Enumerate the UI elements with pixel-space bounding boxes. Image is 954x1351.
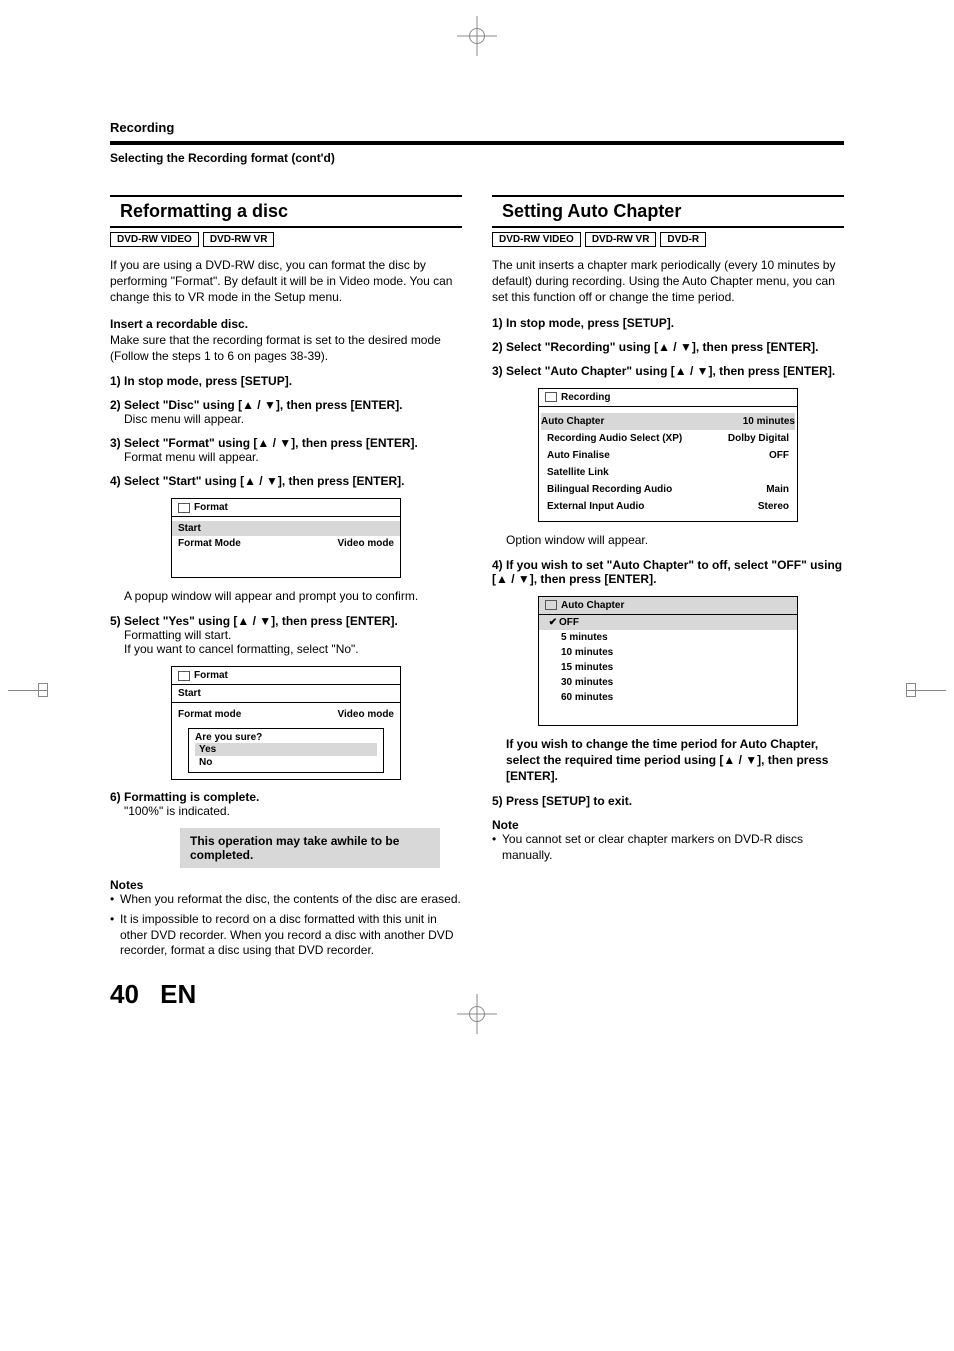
right-note-1: You cannot set or clear chapter markers … xyxy=(492,832,844,863)
time-period-desc: If you wish to change the time period fo… xyxy=(506,736,844,785)
left-badges: DVD-RW VIDEO DVD-RW VR xyxy=(110,232,462,247)
section-label: Recording xyxy=(110,120,844,135)
left-note-1: When you reformat the disc, the contents… xyxy=(110,892,462,908)
confirm-question: Are you sure? xyxy=(195,732,377,743)
left-step-3: 3) Select "Format" using [▲ / ▼], then p… xyxy=(110,436,462,464)
badge-dvd-rw-vr: DVD-RW VR xyxy=(203,232,275,247)
two-column-layout: Reformatting a disc DVD-RW VIDEO DVD-RW … xyxy=(110,195,844,963)
auto-chapter-title: Setting Auto Chapter xyxy=(492,195,844,228)
right-step-3: 3) Select "Auto Chapter" using [▲ / ▼], … xyxy=(492,364,844,378)
badge-dvd-rw-video: DVD-RW VIDEO xyxy=(110,232,199,247)
ac-option-3: 15 minutes xyxy=(561,662,613,673)
page-number: 40 xyxy=(110,979,139,1009)
left-step-2: 2) Select "Disc" using [▲ / ▼], then pre… xyxy=(110,398,462,426)
reformat-intro: If you are using a DVD-RW disc, you can … xyxy=(110,257,462,306)
rec-row-3-label: Satellite Link xyxy=(547,467,609,478)
right-note-head: Note xyxy=(492,818,844,832)
badge-dvd-r: DVD-R xyxy=(660,232,706,247)
auto-chapter-icon xyxy=(545,600,557,610)
ac-option-0: OFF xyxy=(559,617,579,628)
rec-row-4-value: Main xyxy=(766,484,789,495)
format-menu-1: Format Start Format Mode Video mode xyxy=(171,498,401,578)
auto-chapter-intro: The unit inserts a chapter mark periodic… xyxy=(492,257,844,306)
recording-menu: Recording Auto Chapter 10 minutes Record… xyxy=(538,388,798,522)
right-badges: DVD-RW VIDEO DVD-RW VR DVD-R xyxy=(492,232,844,247)
format-menu-1-start: Start xyxy=(178,523,201,534)
ac-option-5: 60 minutes xyxy=(561,692,613,703)
recording-menu-title: Recording xyxy=(561,392,610,403)
badge-dvd-rw-video-r: DVD-RW VIDEO xyxy=(492,232,581,247)
left-step-5: 5) Select "Yes" using [▲ / ▼], then pres… xyxy=(110,614,462,656)
format-menu-2-start: Start xyxy=(172,685,400,703)
left-notes-head: Notes xyxy=(110,878,462,892)
recording-icon xyxy=(545,392,557,402)
ac-option-2: 10 minutes xyxy=(561,647,613,658)
confirm-popup: Are you sure? Yes No xyxy=(188,728,384,773)
rec-row-0-value: 10 minutes xyxy=(743,416,795,427)
ac-option-1: 5 minutes xyxy=(561,632,608,643)
badge-dvd-rw-vr-r: DVD-RW VR xyxy=(585,232,657,247)
right-column: Setting Auto Chapter DVD-RW VIDEO DVD-RW… xyxy=(492,195,844,963)
right-notes-list: You cannot set or clear chapter markers … xyxy=(492,832,844,863)
subsection-label: Selecting the Recording format (cont'd) xyxy=(110,151,844,165)
ac-option-4: 30 minutes xyxy=(561,677,613,688)
format-menu-2-title: Format xyxy=(194,670,228,681)
right-step-1: 1) In stop mode, press [SETUP]. xyxy=(492,316,844,330)
insert-disc-block: Insert a recordable disc. Make sure that… xyxy=(110,316,462,365)
auto-chapter-menu: Auto Chapter ✔ OFF 5 minutes 10 minutes … xyxy=(538,596,798,726)
rec-row-1-value: Dolby Digital xyxy=(728,433,789,444)
reformat-title: Reformatting a disc xyxy=(110,195,462,228)
option-window-desc: Option window will appear. xyxy=(506,532,844,548)
left-step-1: 1) In stop mode, press [SETUP]. xyxy=(110,374,462,388)
left-column: Reformatting a disc DVD-RW VIDEO DVD-RW … xyxy=(110,195,462,963)
insert-disc-body: Make sure that the recording format is s… xyxy=(110,333,441,363)
right-step-2: 2) Select "Recording" using [▲ / ▼], the… xyxy=(492,340,844,354)
confirm-yes: Yes xyxy=(195,743,377,756)
insert-disc-head: Insert a recordable disc. xyxy=(110,317,248,331)
left-step-6: 6) Formatting is complete. "100%" is ind… xyxy=(110,790,462,818)
auto-chapter-menu-title: Auto Chapter xyxy=(561,600,624,611)
rec-row-4-label: Bilingual Recording Audio xyxy=(547,484,672,495)
rec-row-5-label: External Input Audio xyxy=(547,501,644,512)
rec-row-0-label: Auto Chapter xyxy=(541,416,604,427)
warning-box: This operation may take awhile to be com… xyxy=(180,828,440,868)
format-menu-2: Format Start Format mode Video mode Are … xyxy=(171,666,401,780)
rec-row-2-label: Auto Finalise xyxy=(547,450,610,461)
format-mode-value-2: Video mode xyxy=(338,709,395,720)
rec-row-2-value: OFF xyxy=(769,450,789,461)
format-menu-1-title: Format xyxy=(194,502,228,513)
disc-icon xyxy=(178,671,190,681)
rec-row-5-value: Stereo xyxy=(758,501,789,512)
right-step-5: 5) Press [SETUP] to exit. xyxy=(492,794,844,808)
disc-icon xyxy=(178,503,190,513)
popup-desc: A popup window will appear and prompt yo… xyxy=(124,588,462,604)
left-step-4: 4) Select "Start" using [▲ / ▼], then pr… xyxy=(110,474,462,488)
format-mode-label-2: Format mode xyxy=(178,709,241,720)
left-note-2: It is impossible to record on a disc for… xyxy=(110,912,462,959)
header-rule xyxy=(110,141,844,145)
format-mode-value: Video mode xyxy=(338,538,395,549)
format-mode-label: Format Mode xyxy=(178,538,241,549)
left-notes-list: When you reformat the disc, the contents… xyxy=(110,892,462,958)
right-step-4: 4) If you wish to set "Auto Chapter" to … xyxy=(492,558,844,586)
confirm-no: No xyxy=(195,756,377,769)
page-lang: EN xyxy=(160,979,196,1009)
page-header: Recording Selecting the Recording format… xyxy=(110,120,844,165)
check-icon: ✔ xyxy=(547,617,559,628)
rec-row-1-label: Recording Audio Select (XP) xyxy=(547,433,682,444)
